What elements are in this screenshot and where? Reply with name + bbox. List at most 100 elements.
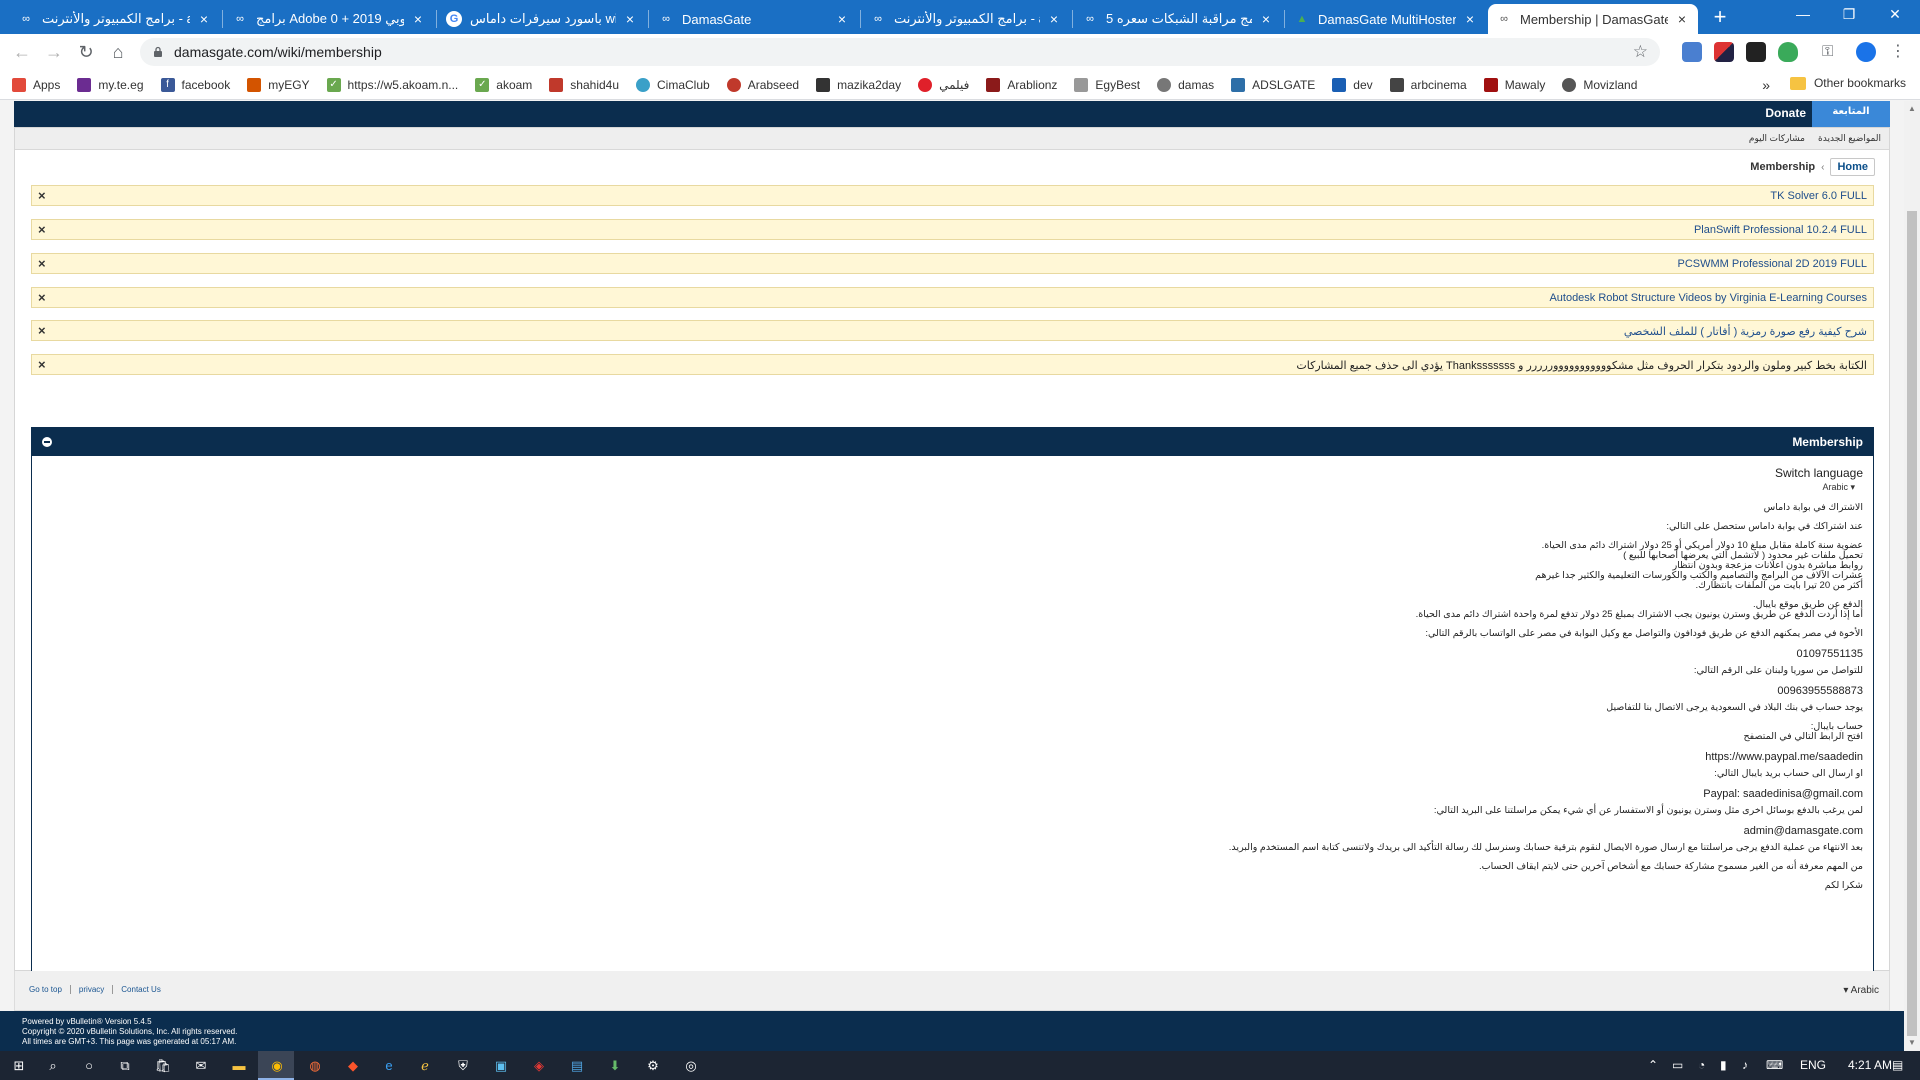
other-bookmarks[interactable]: Other bookmarks <box>1789 76 1906 90</box>
store-icon[interactable]: 🛍 <box>152 1055 174 1077</box>
browser-tab[interactable]: ▲ DamasGate MultiHoster, im × <box>1286 4 1486 34</box>
close-notice-icon[interactable]: × <box>38 290 46 305</box>
tray-chevron-up-icon[interactable]: ⌃ <box>1648 1058 1658 1072</box>
tray-network-icon[interactable]: ▭ <box>1672 1058 1683 1072</box>
close-notice-icon[interactable]: × <box>38 357 46 372</box>
activity-tab[interactable]: المتابعة <box>1812 101 1890 127</box>
back-arrow-icon[interactable]: ← <box>10 40 34 64</box>
app-icon[interactable]: ◎ <box>680 1055 702 1077</box>
tray-volume-icon[interactable]: ♪ <box>1742 1058 1748 1072</box>
scrollbar-thumb[interactable] <box>1907 211 1917 1036</box>
download-manager-icon[interactable]: ⬇ <box>604 1055 626 1077</box>
key-icon[interactable]: ⚿ <box>1822 42 1842 62</box>
address-bar[interactable]: damasgate.com/wiki/membership ☆ <box>140 38 1660 66</box>
close-tab-icon[interactable]: × <box>1258 11 1274 27</box>
task-view-icon[interactable]: ⧉ <box>114 1055 136 1077</box>
bookmark-item[interactable]: CimaClub <box>636 77 710 92</box>
shield-extension-icon[interactable] <box>1778 42 1798 62</box>
home-icon[interactable]: ⌂ <box>106 40 130 64</box>
restore-window-icon[interactable]: ❐ <box>1826 0 1872 30</box>
close-tab-icon[interactable]: × <box>622 11 638 27</box>
forward-arrow-icon[interactable]: → <box>42 40 66 64</box>
close-tab-icon[interactable]: × <box>196 11 212 27</box>
close-notice-icon[interactable]: × <box>38 222 46 237</box>
new-topics-link[interactable]: المواضيع الجديدة <box>1818 133 1881 144</box>
bookmark-item[interactable]: mazika2day <box>816 77 901 92</box>
brave-icon[interactable]: ◆ <box>342 1055 364 1077</box>
minimize-window-icon[interactable]: — <box>1780 0 1826 30</box>
todays-posts-link[interactable]: مشاركات اليوم <box>1749 133 1805 144</box>
bookmark-item[interactable]: ✓ https://w5.akoam.n... <box>326 77 458 92</box>
bookmark-item[interactable]: shahid4u <box>549 77 619 92</box>
shield-app-icon[interactable]: ⛨ <box>452 1055 474 1077</box>
browser-tab[interactable]: ∞ برنامج مراقبة الشبكات سعره 5 × <box>1074 4 1282 34</box>
notice-link[interactable]: Autodesk Robot Structure Videos by Virgi… <box>1549 292 1867 304</box>
bookmark-item[interactable]: ADSLGATE <box>1231 77 1315 92</box>
bookmark-item[interactable]: Arabseed <box>726 77 799 92</box>
bookmark-item[interactable]: dev <box>1332 77 1373 92</box>
close-tab-icon[interactable]: × <box>1674 11 1690 27</box>
notice-link[interactable]: PlanSwift Professional 10.2.4 FULL <box>1694 224 1867 236</box>
teamviewer-icon[interactable]: ▣ <box>490 1055 512 1077</box>
bookmark-star-icon[interactable]: ☆ <box>1633 42 1648 62</box>
privacy-link[interactable]: privacy <box>71 985 114 994</box>
browser-tab[interactable]: ∞ برامج الكمبيوتر والأنترنت - ate × <box>10 4 220 34</box>
bookmarks-overflow-icon[interactable]: » <box>1762 77 1770 93</box>
notice-link[interactable]: الكتابة بخط كبير وملون والردود بتكرار ال… <box>1296 359 1867 372</box>
input-language[interactable]: ENG <box>1800 1058 1826 1072</box>
tray-keyboard-icon[interactable]: ⌨ <box>1766 1058 1783 1072</box>
edge-icon[interactable]: e <box>378 1055 400 1077</box>
bg-app-icon[interactable]: ▤ <box>566 1055 588 1077</box>
bookmark-item[interactable]: فيلمي <box>918 77 969 92</box>
anydesk-icon[interactable]: ◈ <box>528 1055 550 1077</box>
browser-tab-active[interactable]: ∞ Membership | DamasGate × <box>1488 4 1698 34</box>
bookmark-item[interactable]: Mawaly <box>1483 77 1545 92</box>
collapse-panel-icon[interactable] <box>42 437 52 447</box>
profile-avatar-icon[interactable] <box>1856 42 1876 62</box>
glasses-extension-icon[interactable] <box>1746 42 1766 62</box>
tray-battery-icon[interactable]: ▮ <box>1720 1058 1727 1072</box>
breadcrumb-home[interactable]: Home <box>1830 158 1875 176</box>
bookmark-item[interactable]: arbcinema <box>1389 77 1467 92</box>
bookmark-item[interactable]: Arablionz <box>986 77 1057 92</box>
browser-tab[interactable]: ∞ DamasGate × <box>650 4 858 34</box>
close-window-icon[interactable]: ✕ <box>1872 0 1918 30</box>
notice-link[interactable]: TK Solver 6.0 FULL <box>1770 190 1867 202</box>
footer-language-select[interactable]: ▾ Arabic <box>1843 985 1879 996</box>
go-to-top-link[interactable]: Go to top <box>29 985 71 994</box>
bookmark-item[interactable]: Apps <box>12 77 60 92</box>
bookmark-item[interactable]: Movizland <box>1562 77 1637 92</box>
bookmark-item[interactable]: EgyBest <box>1074 77 1140 92</box>
close-tab-icon[interactable]: × <box>834 11 850 27</box>
close-notice-icon[interactable]: × <box>38 323 46 338</box>
close-tab-icon[interactable]: × <box>1462 11 1478 27</box>
close-notice-icon[interactable]: × <box>38 188 46 203</box>
windows-start-icon[interactable]: ⊞ <box>8 1055 30 1077</box>
translate-extension-icon[interactable] <box>1682 42 1702 62</box>
close-tab-icon[interactable]: × <box>1046 11 1062 27</box>
browser-tab[interactable]: G باسورد سيرفرات داماس wiki × <box>438 4 646 34</box>
close-notice-icon[interactable]: × <box>38 256 46 271</box>
search-icon[interactable]: ⌕ <box>42 1055 64 1077</box>
mail-icon[interactable]: ✉ <box>190 1055 212 1077</box>
reload-icon[interactable]: ↻ <box>74 40 98 64</box>
settings-gear-icon[interactable]: ⚙ <box>642 1055 664 1077</box>
file-explorer-icon[interactable]: ▬ <box>228 1055 250 1077</box>
firefox-icon[interactable]: ◍ <box>304 1055 326 1077</box>
notice-link[interactable]: PCSWMM Professional 2D 2019 FULL <box>1677 258 1867 270</box>
notice-link[interactable]: شرح كيفية رفع صورة رمزية ( أفاتار ) للمل… <box>1624 325 1867 338</box>
browser-tab[interactable]: ∞ برامج الكمبيوتر والأنترنت - ate × <box>862 4 1070 34</box>
bookmark-item[interactable]: damas <box>1157 77 1214 92</box>
bookmark-item[interactable]: my.te.eg <box>77 77 144 92</box>
tray-wifi-icon[interactable]: ◔ <box>1698 1058 1705 1072</box>
internet-explorer-icon[interactable]: ℯ <box>414 1055 436 1077</box>
bookmark-item[interactable]: f facebook <box>160 77 230 92</box>
menu-kebab-icon[interactable]: ⋮ <box>1888 42 1908 62</box>
flag-extension-icon[interactable] <box>1714 42 1734 62</box>
new-tab-plus-icon[interactable]: + <box>1706 4 1734 32</box>
contact-us-link[interactable]: Contact Us <box>113 985 169 994</box>
scroll-up-arrow-icon[interactable]: ▲ <box>1904 101 1920 117</box>
scroll-down-arrow-icon[interactable]: ▼ <box>1904 1035 1920 1051</box>
chrome-icon[interactable]: ◉ <box>266 1055 288 1077</box>
cortana-icon[interactable]: ○ <box>78 1055 100 1077</box>
